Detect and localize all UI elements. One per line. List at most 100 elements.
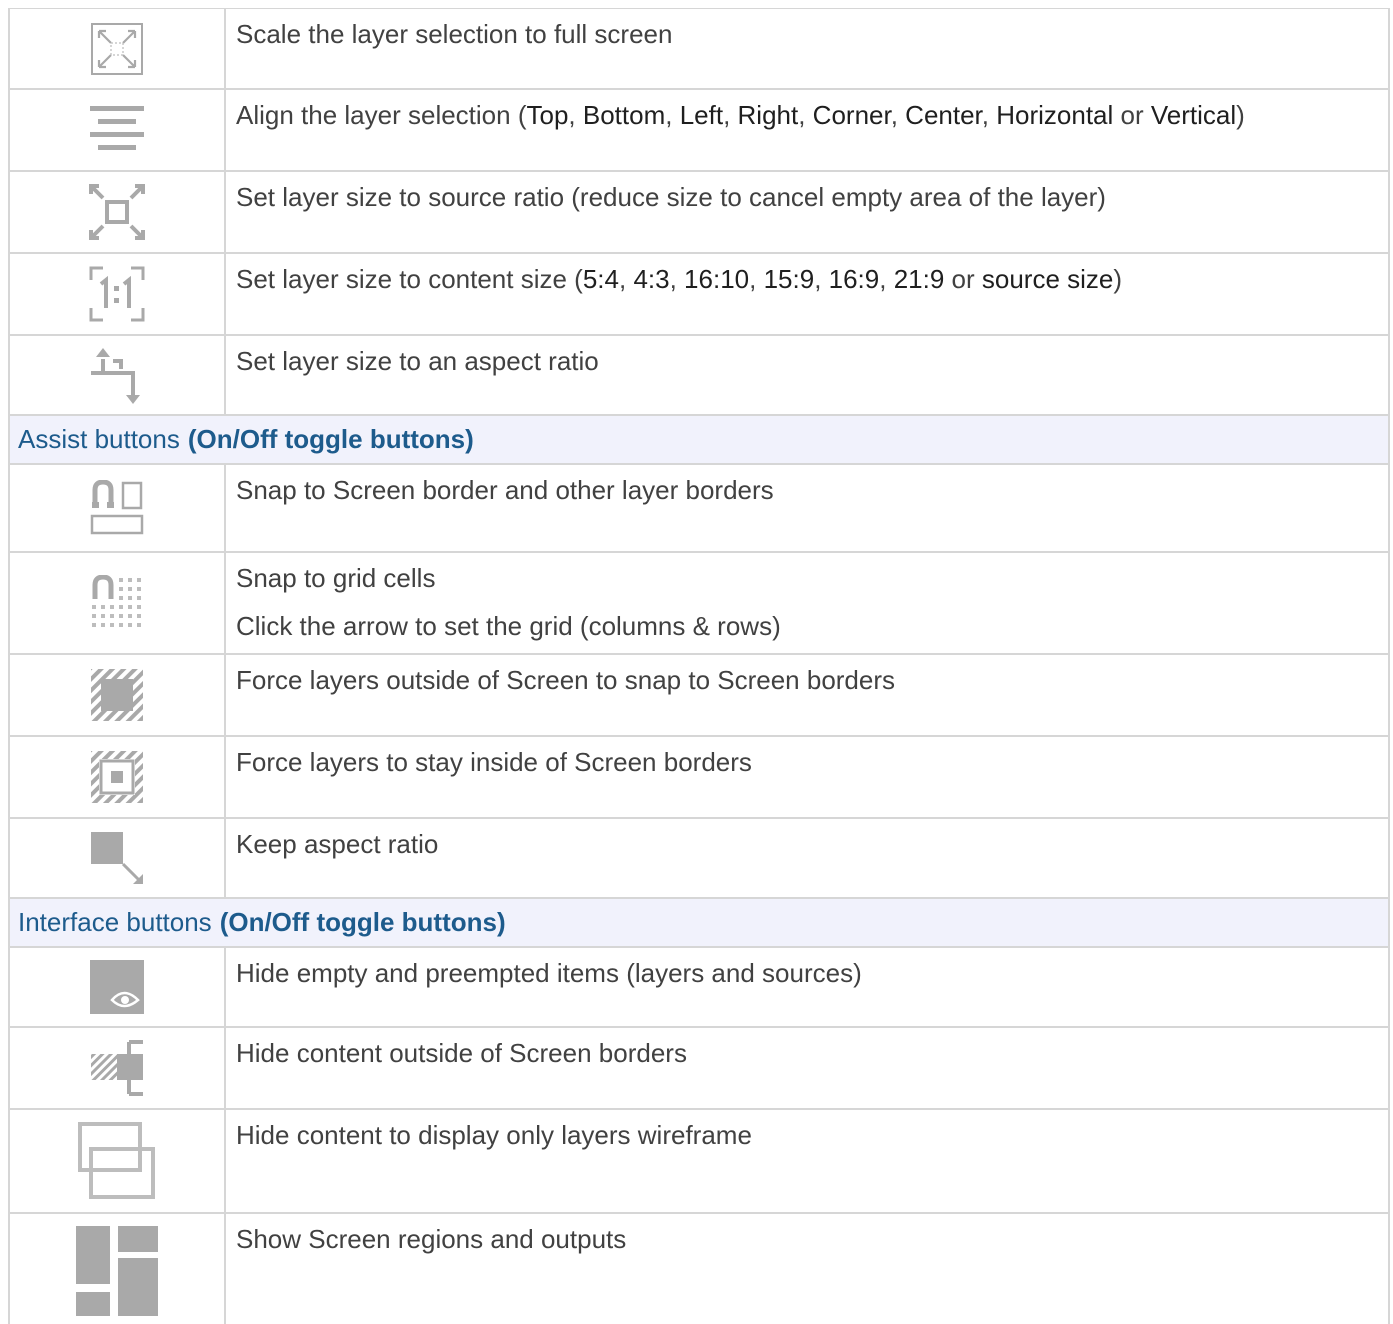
description-fragment: , xyxy=(723,100,738,130)
table-row: Align the layer selection (Top, Bottom, … xyxy=(8,90,1390,172)
description-text: Hide empty and preempted items (layers a… xyxy=(236,958,862,988)
icon-cell xyxy=(8,655,226,735)
option-keyword: Center xyxy=(905,100,982,130)
table-row: Force layers outside of Screen to snap t… xyxy=(8,655,1390,737)
option-keyword: 4:3 xyxy=(633,264,670,294)
description-text: Align the layer selection (Top, Bottom, … xyxy=(236,100,1388,130)
table-row: Set layer size to an aspect ratio xyxy=(8,336,1390,416)
table-row: Hide empty and preempted items (layers a… xyxy=(8,948,1390,1028)
icon-cell xyxy=(8,948,226,1026)
description-fragment: , xyxy=(749,264,764,294)
table-row: Keep aspect ratio xyxy=(8,819,1390,899)
option-keyword: 15:9 xyxy=(763,264,815,294)
description-fragment: , xyxy=(618,264,634,294)
description-text: Show Screen regions and outputs xyxy=(236,1224,627,1254)
description: Set layer size to an aspect ratio xyxy=(226,336,1390,414)
table-row: Show Screen regions and outputs xyxy=(8,1214,1390,1324)
section-title: Assist buttons xyxy=(18,424,180,454)
description-text: Force layers outside of Screen to snap t… xyxy=(236,665,896,695)
description: Show Screen regions and outputs xyxy=(226,1214,1390,1324)
description-fragment: Align the layer selection ( xyxy=(236,100,527,130)
icon-cell xyxy=(8,336,226,414)
option-keyword: 21:9 xyxy=(893,264,945,294)
icon-cell xyxy=(8,1214,226,1324)
option-keyword: source size xyxy=(981,264,1114,294)
description-fragment: , xyxy=(981,100,997,130)
option-keyword: Bottom xyxy=(582,100,666,130)
fullscreen-icon xyxy=(91,22,143,75)
description-fragment: , xyxy=(890,100,906,130)
description-text: Snap to grid cells xyxy=(236,563,436,593)
table-row: Snap to grid cells Click the arrow to se… xyxy=(8,553,1390,655)
description: Set layer size to source ratio (reduce s… xyxy=(226,172,1390,252)
section-subtitle: (On/Off toggle buttons) xyxy=(219,907,506,937)
option-keyword: Vertical xyxy=(1150,100,1237,130)
description: Set layer size to content size (5:4, 4:3… xyxy=(226,254,1390,334)
stay-inside-icon xyxy=(89,749,145,805)
option-keyword: Left xyxy=(679,100,724,130)
icon-cell xyxy=(8,553,226,653)
icon-cell xyxy=(8,90,226,170)
description-fragment: , xyxy=(879,264,894,294)
fit-to-source-ratio-icon xyxy=(89,184,145,240)
description: Force layers to stay inside of Screen bo… xyxy=(226,737,1390,817)
description-fragment: ) xyxy=(1113,264,1123,294)
description-text: Click the arrow to set the grid (columns… xyxy=(236,611,781,641)
description: Scale the layer selection to full screen xyxy=(226,9,1390,88)
option-keyword: Right xyxy=(737,100,799,130)
description-text: Set layer size to content size (5:4, 4:3… xyxy=(236,264,1388,294)
description-text: Hide content outside of Screen borders xyxy=(236,1038,687,1068)
section-header-assist: Assist buttons (On/Off toggle buttons) xyxy=(8,416,1390,465)
option-keyword: Horizontal xyxy=(996,100,1114,130)
icon-cell xyxy=(8,1028,226,1108)
description-text: Scale the layer selection to full screen xyxy=(236,19,673,49)
description-text: Hide content to display only layers wire… xyxy=(236,1120,752,1150)
icon-cell xyxy=(8,1110,226,1212)
description: Hide content outside of Screen borders xyxy=(226,1028,1390,1108)
section-title: Interface buttons xyxy=(18,907,212,937)
force-snap-icon xyxy=(89,667,145,723)
option-keyword: 16:10 xyxy=(684,264,750,294)
snap-borders-icon xyxy=(89,480,145,536)
icon-cell xyxy=(8,254,226,334)
table-row: Snap to Screen border and other layer bo… xyxy=(8,465,1390,553)
description: Snap to Screen border and other layer bo… xyxy=(226,465,1390,551)
description-fragment: , xyxy=(669,264,685,294)
option-keyword: Top xyxy=(526,100,569,130)
table-row: Set layer size to source ratio (reduce s… xyxy=(8,172,1390,254)
description-text: Force layers to stay inside of Screen bo… xyxy=(236,747,752,777)
table-row: Force layers to stay inside of Screen bo… xyxy=(8,737,1390,819)
description-text: Set layer size to an aspect ratio xyxy=(236,346,599,376)
keep-aspect-icon xyxy=(89,830,145,886)
description: Force layers outside of Screen to snap t… xyxy=(226,655,1390,735)
option-keyword: 16:9 xyxy=(828,264,880,294)
content-size-icon xyxy=(89,266,145,322)
hide-outside-icon xyxy=(89,1040,145,1096)
button-reference-table: Scale the layer selection to full screen… xyxy=(8,8,1390,1324)
icon-cell xyxy=(8,9,226,88)
section-subtitle: (On/Off toggle buttons) xyxy=(187,424,474,454)
description: Keep aspect ratio xyxy=(226,819,1390,897)
section-header-interface: Interface buttons (On/Off toggle buttons… xyxy=(8,899,1390,948)
description-text: Keep aspect ratio xyxy=(236,829,439,859)
crop-icon xyxy=(89,345,145,405)
regions-icon xyxy=(76,1226,158,1316)
icon-cell xyxy=(8,737,226,817)
icon-cell xyxy=(8,172,226,252)
description-fragment: Set layer size to content size ( xyxy=(236,264,583,294)
description: Hide empty and preempted items (layers a… xyxy=(226,948,1390,1026)
description: Snap to grid cells Click the arrow to se… xyxy=(226,553,1390,653)
description: Align the layer selection (Top, Bottom, … xyxy=(226,90,1390,170)
hide-empty-eye-icon xyxy=(90,960,144,1014)
option-keyword: Corner xyxy=(812,100,891,130)
description-text: Set layer size to source ratio (reduce s… xyxy=(236,182,1106,212)
align-icon xyxy=(90,104,144,156)
description-fragment: , xyxy=(814,264,829,294)
option-keyword: 5:4 xyxy=(582,264,619,294)
description-text: Snap to Screen border and other layer bo… xyxy=(236,475,774,505)
description-fragment: ) xyxy=(1236,100,1245,130)
description-fragment: or xyxy=(1113,100,1151,130)
description-fragment: , xyxy=(798,100,813,130)
description-fragment: or xyxy=(944,264,982,294)
table-row: Set layer size to content size (5:4, 4:3… xyxy=(8,254,1390,336)
